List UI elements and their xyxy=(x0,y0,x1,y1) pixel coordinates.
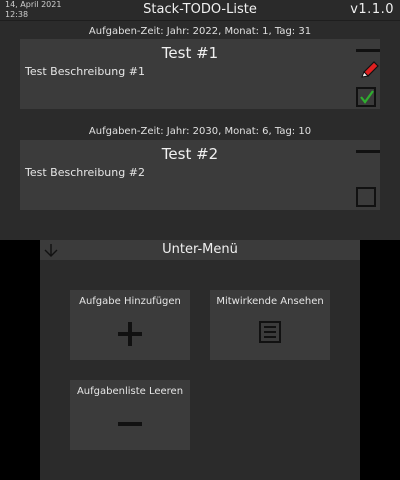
task-title: Test #1 xyxy=(161,44,219,62)
submenu-title: Unter-Menü xyxy=(162,242,238,257)
version-label: v1.1.0 xyxy=(350,2,394,17)
task-checkbox[interactable] xyxy=(356,87,376,107)
remove-task-icon[interactable] xyxy=(356,49,380,52)
task-card[interactable]: Test #2 Test Beschreibung #2 xyxy=(20,140,380,210)
submenu-header: Unter-Menü xyxy=(40,240,360,260)
pencil-icon[interactable] xyxy=(360,60,380,82)
task-description: Test Beschreibung #1 xyxy=(25,65,145,78)
add-task-button[interactable]: Aufgabe Hinzufügen xyxy=(70,290,190,360)
view-contributors-label: Mitwirkende Ansehen xyxy=(216,296,324,307)
add-task-label: Aufgabe Hinzufügen xyxy=(79,296,181,307)
clear-list-button[interactable]: Aufgabenliste Leeren xyxy=(70,380,190,450)
view-contributors-button[interactable]: Mitwirkende Ansehen xyxy=(210,290,330,360)
list-icon xyxy=(210,320,330,344)
bottom-screen: Unter-Menü Aufgabe Hinzufügen Mitwirkend… xyxy=(40,240,360,480)
task-card[interactable]: Test #1 Test Beschreibung #1 xyxy=(20,39,380,109)
status-bar: 14, April 2021 12:38 Stack-TODO-Liste v1… xyxy=(0,0,400,21)
app-title: Stack-TODO-Liste xyxy=(143,2,257,17)
task-title: Test #2 xyxy=(161,145,219,163)
checkmark-icon xyxy=(360,90,374,104)
task-description: Test Beschreibung #2 xyxy=(25,166,145,179)
task-deadline: Aufgaben-Zeit: Jahr: 2022, Monat: 1, Tag… xyxy=(88,26,312,37)
task-checkbox[interactable] xyxy=(356,187,376,207)
minus-icon xyxy=(70,410,190,438)
clear-list-label: Aufgabenliste Leeren xyxy=(76,386,184,397)
plus-icon xyxy=(70,320,190,348)
remove-task-icon[interactable] xyxy=(356,150,380,153)
top-screen: 14, April 2021 12:38 Stack-TODO-Liste v1… xyxy=(0,0,400,240)
task-deadline: Aufgaben-Zeit: Jahr: 2030, Monat: 6, Tag… xyxy=(88,126,312,137)
